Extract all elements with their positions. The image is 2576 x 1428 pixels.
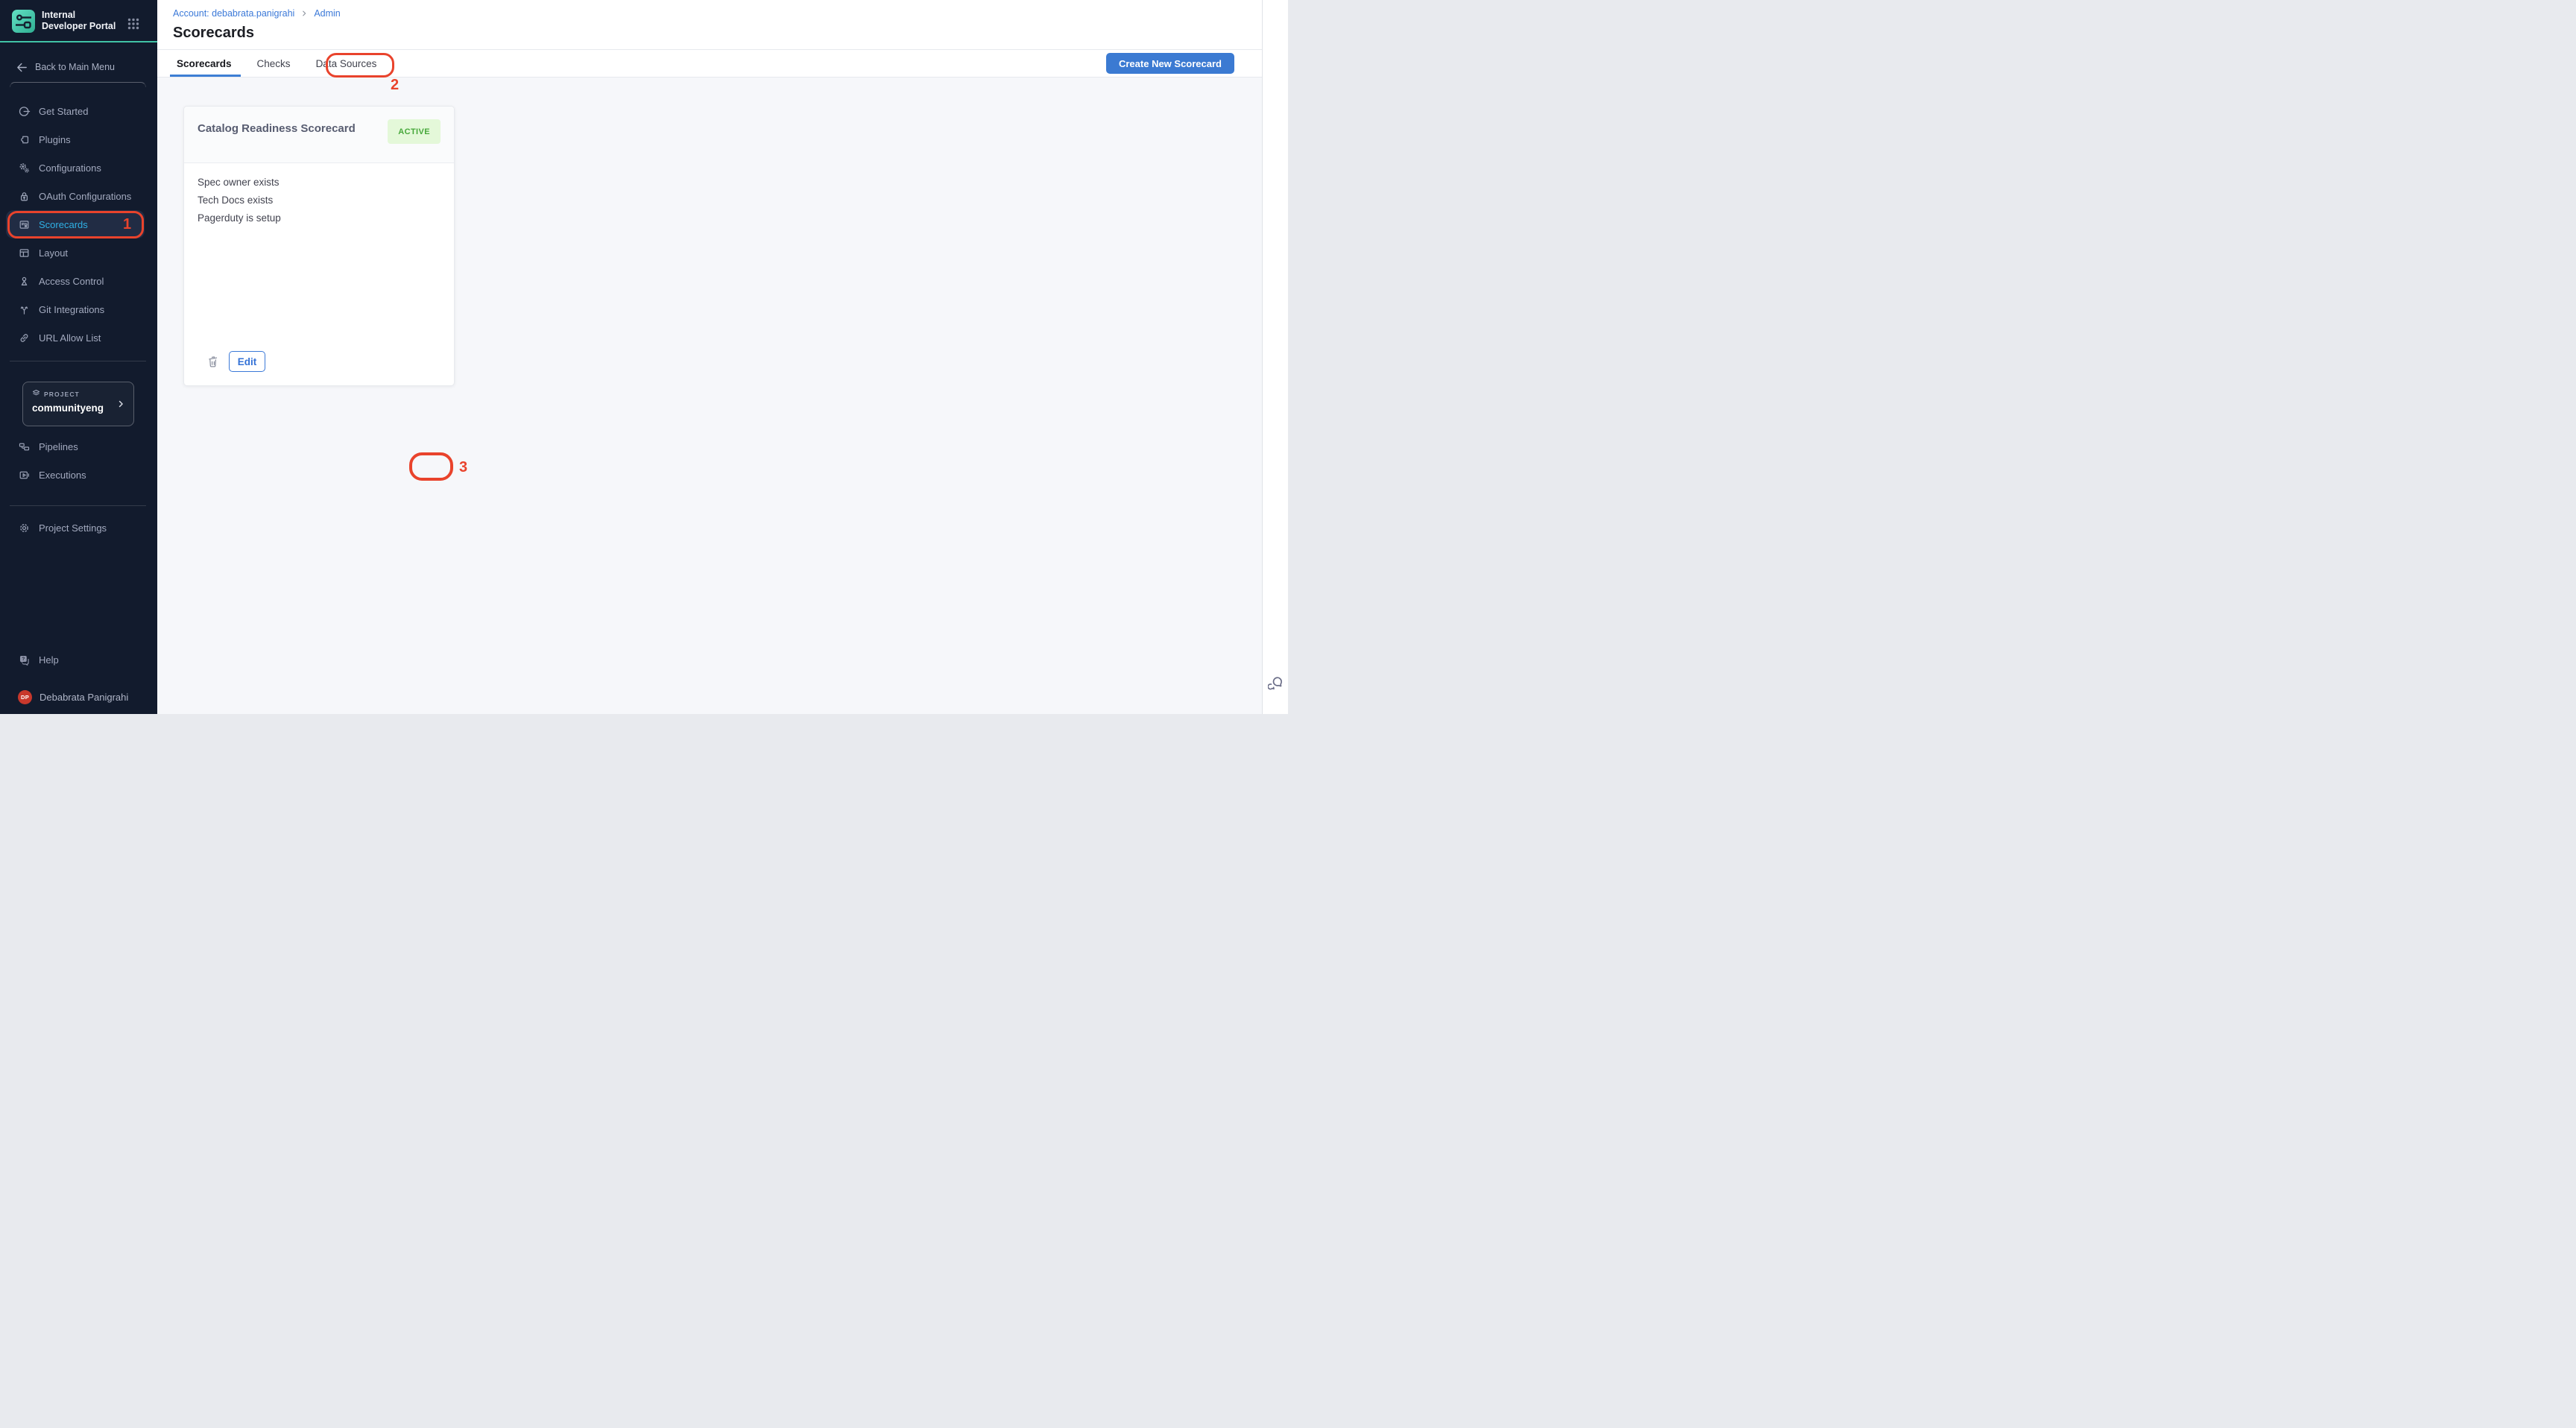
sidebar-item-label: Pipelines: [39, 441, 78, 452]
sidebar-item-executions[interactable]: Executions: [0, 461, 157, 489]
scorecard-card: Catalog Readiness Scorecard ACTIVE Spec …: [183, 106, 455, 386]
svg-text:?: ?: [22, 656, 25, 661]
link-icon: [18, 332, 31, 344]
check-item: Tech Docs exists: [198, 192, 281, 209]
breadcrumb-account-link[interactable]: Account: debabrata.panigrahi: [173, 8, 294, 19]
sidebar-item-project-settings[interactable]: Project Settings: [0, 514, 157, 542]
back-to-main-menu-label: Back to Main Menu: [35, 62, 115, 72]
sidebar-item-label: Git Integrations: [39, 304, 104, 315]
plugins-icon: [18, 133, 31, 146]
sidebar-item-label: Executions: [39, 470, 86, 481]
brand-title: Internal Developer Portal: [42, 10, 119, 32]
lock-icon: [18, 190, 31, 203]
layers-icon: [31, 388, 41, 398]
sidebar-item-get-started[interactable]: Get Started: [0, 97, 157, 125]
annotation-number-3: 3: [459, 459, 467, 476]
sidebar-item-pipelines[interactable]: Pipelines: [0, 432, 157, 461]
sidebar: Internal Developer Portal Back to Main M…: [0, 0, 157, 714]
delete-scorecard-button[interactable]: [206, 354, 221, 370]
help-chat-icon: ?: [18, 654, 31, 666]
gear-icon: [18, 522, 31, 534]
tab-data-sources[interactable]: Data Sources: [313, 51, 380, 76]
right-side-rail: [1262, 0, 1288, 714]
sidebar-item-plugins[interactable]: Plugins: [0, 125, 157, 154]
user-name: Debabrata Panigrahi: [40, 692, 128, 703]
sidebar-item-label: URL Allow List: [39, 332, 101, 344]
sidebar-item-configurations[interactable]: Configurations: [0, 154, 157, 182]
main-area: Account: debabrata.panigrahi Admin Score…: [157, 0, 1262, 714]
page-header: Account: debabrata.panigrahi Admin Score…: [157, 0, 1262, 49]
scorecard-card-header: Catalog Readiness Scorecard ACTIVE: [184, 107, 454, 163]
executions-icon: [18, 469, 31, 481]
breadcrumb-separator-icon: [300, 10, 308, 17]
sidebar-header: Internal Developer Portal: [0, 0, 157, 42]
person-icon: [18, 275, 31, 288]
pipelines-icon: [18, 440, 31, 453]
breadcrumb-admin-link[interactable]: Admin: [314, 8, 340, 19]
check-item: Pagerduty is setup: [198, 209, 281, 227]
sidebar-item-label: Configurations: [39, 162, 101, 174]
sidebar-item-label: Help: [39, 654, 59, 666]
get-started-icon: [18, 105, 31, 118]
app-grid-icon[interactable]: [127, 18, 139, 30]
project-name: communityeng: [32, 402, 104, 414]
content-area: Catalog Readiness Scorecard ACTIVE Spec …: [157, 78, 1262, 714]
chevron-right-icon: [116, 399, 126, 409]
tab-bar: Scorecards Checks Data Sources: [157, 49, 1262, 78]
project-selector[interactable]: PROJECT communityeng: [22, 382, 134, 426]
sidebar-item-access-control[interactable]: Access Control: [0, 267, 157, 295]
sidebar-item-label: Layout: [39, 247, 68, 259]
sidebar-item-scorecards[interactable]: Scorecards: [0, 210, 157, 238]
configurations-icon: [18, 162, 31, 174]
idp-logo-icon: [12, 10, 35, 33]
scorecard-title: Catalog Readiness Scorecard: [198, 122, 356, 135]
page-title: Scorecards: [173, 25, 254, 42]
avatar: DP: [18, 690, 32, 704]
app-window: Internal Developer Portal Back to Main M…: [0, 0, 1288, 714]
sidebar-divider: [10, 505, 146, 506]
annotation-box-3: [409, 452, 453, 481]
sidebar-item-layout[interactable]: Layout: [0, 238, 157, 267]
support-chat-icon[interactable]: [1268, 675, 1284, 692]
sidebar-item-url-allow-list[interactable]: URL Allow List: [0, 323, 157, 352]
sidebar-item-label: Scorecards: [39, 219, 88, 230]
sidebar-item-label: Plugins: [39, 134, 71, 145]
back-to-main-menu[interactable]: Back to Main Menu: [0, 57, 157, 78]
sidebar-item-label: Project Settings: [39, 522, 107, 534]
user-menu[interactable]: DP Debabrata Panigrahi: [0, 683, 157, 711]
project-label: PROJECT: [44, 391, 80, 398]
sidebar-item-label: OAuth Configurations: [39, 191, 131, 202]
check-list: Spec owner exists Tech Docs exists Pager…: [198, 174, 281, 227]
breadcrumb: Account: debabrata.panigrahi Admin: [173, 8, 341, 19]
tab-checks[interactable]: Checks: [254, 51, 294, 76]
sidebar-item-label: Get Started: [39, 106, 88, 117]
sidebar-item-label: Access Control: [39, 276, 104, 287]
create-new-scorecard-button[interactable]: Create New Scorecard: [1106, 53, 1234, 74]
scorecards-icon: [18, 218, 31, 231]
git-branch-icon: [18, 303, 31, 316]
arrow-left-icon: [16, 61, 28, 74]
sidebar-item-oauth-configurations[interactable]: OAuth Configurations: [0, 182, 157, 210]
sidebar-item-git-integrations[interactable]: Git Integrations: [0, 295, 157, 323]
check-item: Spec owner exists: [198, 174, 281, 192]
layout-icon: [18, 247, 31, 259]
status-badge: ACTIVE: [388, 119, 441, 144]
sidebar-item-help[interactable]: ? Help: [0, 645, 157, 674]
tab-scorecards[interactable]: Scorecards: [174, 51, 235, 76]
edit-scorecard-button[interactable]: Edit: [229, 351, 265, 372]
nav-group-divider: [10, 82, 146, 87]
